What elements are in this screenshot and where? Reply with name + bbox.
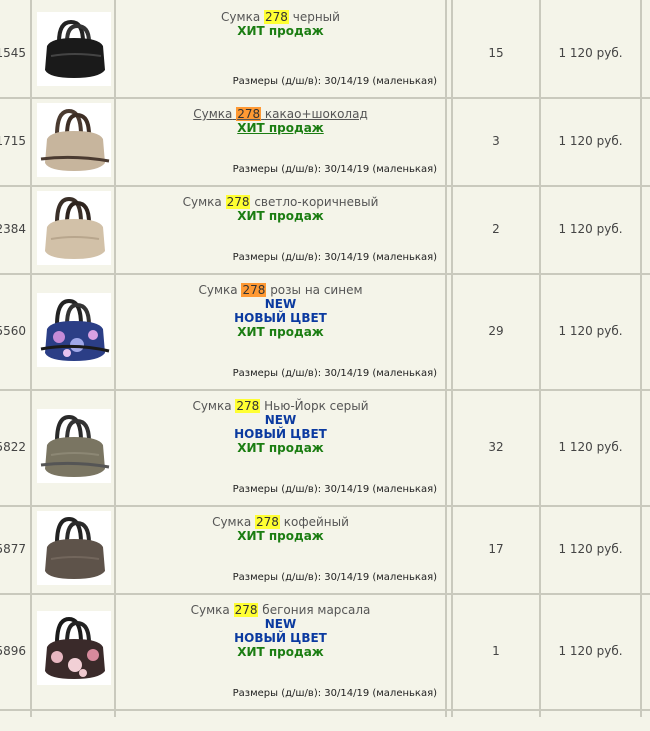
product-price: 1 120 руб.: [558, 222, 623, 236]
table-row: 5822 Сумка 278 Нью-Йорк серый NEW НОВЫЙ …: [0, 391, 650, 505]
hit-badge: ХИТ продаж: [237, 325, 324, 339]
handbag-image: [40, 108, 110, 171]
table-row: 5896 Сумка 278 бегония марсала NEW НОВЫЙ…: [0, 595, 650, 709]
product-id: 5822: [0, 440, 26, 454]
handbag-image: [40, 414, 110, 477]
product-title[interactable]: Сумка 278 Нью-Йорк серый: [116, 399, 445, 413]
product-size: Размеры (д/ш/в): 30/14/19 (маленькая): [232, 368, 437, 379]
product-size: Размеры (д/ш/в): 30/14/19 (маленькая): [232, 688, 437, 699]
product-price: 1 120 руб.: [558, 440, 623, 454]
product-id: 1545: [0, 46, 26, 60]
hit-badge: ХИТ продаж: [237, 529, 324, 543]
product-price: 1 120 руб.: [558, 542, 623, 556]
new-color-badge: НОВЫЙ ЦВЕТ: [234, 631, 327, 645]
table-row: 5877 Сумка 278 кофейный ХИТ продаж Разме…: [0, 507, 650, 593]
product-title[interactable]: Сумка 278 светло-коричневый: [116, 195, 445, 209]
hit-badge: ХИТ продаж: [237, 209, 324, 223]
handbag-image: [45, 19, 105, 78]
handbag-image: [45, 616, 105, 679]
product-image-link[interactable]: [37, 293, 111, 367]
product-size: Размеры (д/ш/в): 30/14/19 (маленькая): [232, 76, 437, 87]
product-image-link[interactable]: [37, 511, 111, 585]
product-price: 1 120 руб.: [558, 324, 623, 338]
hit-badge: ХИТ продаж: [237, 645, 324, 659]
product-title[interactable]: Сумка 278 какао+шоколад: [116, 107, 445, 121]
new-color-badge: НОВЫЙ ЦВЕТ: [234, 311, 327, 325]
product-title[interactable]: Сумка 278 кофейный: [116, 515, 445, 529]
handbag-image: [40, 298, 110, 361]
product-qty: 15: [488, 46, 504, 60]
search-highlight: 278: [255, 515, 280, 529]
product-image-link[interactable]: [37, 191, 111, 265]
product-qty: 17: [488, 542, 504, 556]
product-qty: 32: [488, 440, 504, 454]
product-id: 5877: [0, 542, 26, 556]
product-title[interactable]: Сумка 278 черный: [116, 10, 445, 24]
hit-badge: ХИТ продаж: [237, 441, 324, 455]
search-highlight: 278: [235, 399, 261, 413]
search-highlight: 278: [264, 10, 289, 24]
table-row: 1545 Сумка 278 черный ХИТ продаж Размеры…: [0, 0, 650, 97]
product-size: Размеры (д/ш/в): 30/14/19 (маленькая): [232, 164, 437, 175]
hit-badge: ХИТ продаж: [237, 24, 324, 38]
product-image-link[interactable]: [37, 611, 111, 685]
new-badge: NEW: [264, 617, 297, 631]
product-image-link[interactable]: [37, 12, 111, 86]
product-id: 1715: [0, 134, 26, 148]
product-image-link[interactable]: [37, 409, 111, 483]
table-row: 5560 Сумка 278 розы на синем NEW Н: [0, 275, 650, 389]
handbag-image: [45, 516, 105, 579]
table-row: [0, 711, 650, 731]
product-id: 5560: [0, 324, 26, 338]
product-size: Размеры (д/ш/в): 30/14/19 (маленькая): [232, 252, 437, 263]
new-color-badge: НОВЫЙ ЦВЕТ: [234, 427, 327, 441]
product-qty: 29: [488, 324, 504, 338]
new-badge: NEW: [264, 413, 297, 427]
hit-badge: ХИТ продаж: [237, 121, 324, 135]
product-title[interactable]: Сумка 278 розы на синем: [116, 283, 445, 297]
new-badge: NEW: [264, 297, 297, 311]
product-price: 1 120 руб.: [558, 134, 623, 148]
product-image-link[interactable]: [37, 103, 111, 177]
product-price: 1 120 руб.: [558, 644, 623, 658]
product-qty: 3: [492, 134, 500, 148]
table-row: 2384 Сумка 278 светло-коричневый ХИТ про…: [0, 187, 650, 273]
search-highlight: 278: [233, 603, 259, 617]
handbag-image: [45, 196, 105, 259]
product-qty: 2: [492, 222, 500, 236]
search-highlight: 278: [241, 283, 267, 297]
product-id: 5896: [0, 644, 26, 658]
product-qty: 1: [492, 644, 500, 658]
search-highlight: 278: [236, 107, 262, 121]
product-title[interactable]: Сумка 278 бегония марсала: [116, 603, 445, 617]
products-table: 1545 Сумка 278 черный ХИТ продаж Размеры…: [0, 0, 650, 731]
product-size: Размеры (д/ш/в): 30/14/19 (маленькая): [232, 572, 437, 583]
product-id: 2384: [0, 222, 26, 236]
search-highlight: 278: [225, 195, 251, 209]
product-size: Размеры (д/ш/в): 30/14/19 (маленькая): [232, 484, 437, 495]
product-price: 1 120 руб.: [558, 46, 623, 60]
table-row: 1715 Сумка 278 какао+шоколад ХИТ продаж …: [0, 99, 650, 185]
